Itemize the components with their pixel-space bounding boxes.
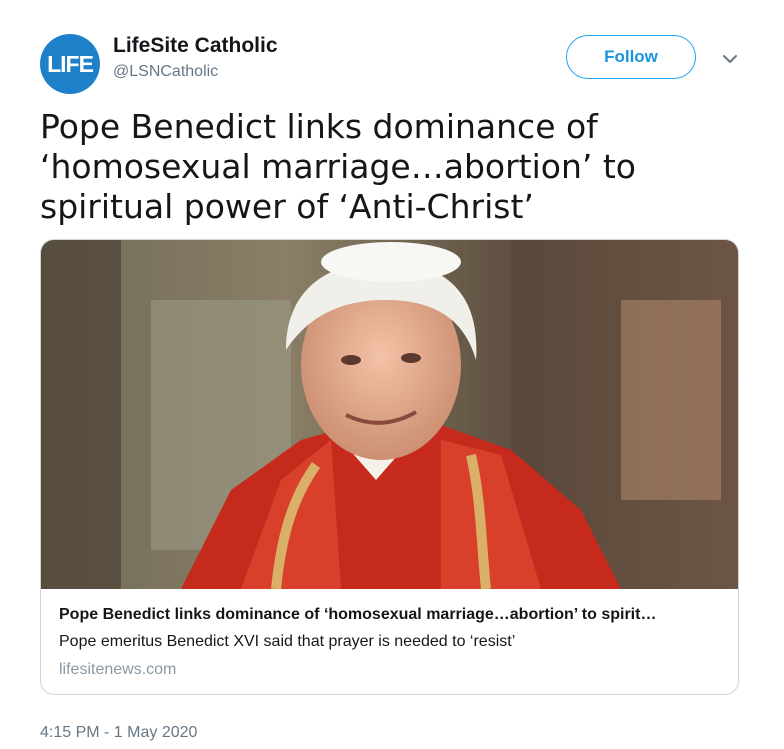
card-title[interactable]: Pope Benedict links dominance of ‘homose…	[59, 606, 719, 624]
tweet-timestamp[interactable]: 4:15 PM - 1 May 2020	[40, 724, 197, 742]
avatar-logo-text: LIFE	[47, 50, 94, 77]
avatar[interactable]: LIFE	[40, 34, 100, 94]
card-image[interactable]	[41, 240, 739, 589]
card-description: Pope emeritus Benedict XVI said that pra…	[59, 633, 516, 650]
follow-button[interactable]: Follow	[566, 35, 696, 79]
link-card[interactable]: Pope Benedict links dominance of ‘homose…	[40, 239, 739, 695]
chevron-down-icon[interactable]	[721, 50, 739, 68]
author-handle[interactable]: @LSNCatholic	[113, 63, 218, 81]
tweet-text: Pope Benedict links dominance of ‘homose…	[40, 107, 636, 226]
card-domain: lifesitenews.com	[59, 661, 177, 678]
author-display-name[interactable]: LifeSite Catholic	[113, 34, 278, 58]
